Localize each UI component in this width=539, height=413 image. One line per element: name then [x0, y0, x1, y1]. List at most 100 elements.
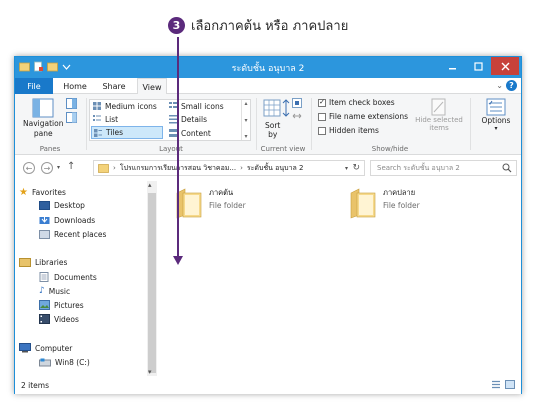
- videos-icon: [39, 314, 50, 324]
- close-icon: [501, 62, 509, 70]
- nav-music[interactable]: ♪ Music: [39, 286, 70, 296]
- folder-icon: [98, 164, 109, 173]
- options-button[interactable]: Options ▾: [479, 98, 513, 132]
- nav-pane-scrollbar[interactable]: ▴ ▾: [147, 181, 157, 376]
- nav-recent-places[interactable]: Recent places: [39, 229, 106, 239]
- breadcrumb-separator-icon: ›: [113, 164, 116, 172]
- hidden-items-checkbox[interactable]: [318, 126, 326, 135]
- back-button[interactable]: ←: [23, 162, 35, 174]
- nav-libraries[interactable]: Libraries: [19, 257, 67, 267]
- details-view-icon[interactable]: [491, 380, 501, 389]
- search-input[interactable]: Search ระดับชั้น อนุบาล 2: [370, 160, 517, 176]
- folder-type: File folder: [209, 201, 246, 210]
- nav-videos[interactable]: Videos: [39, 314, 79, 324]
- help-icon[interactable]: ?: [506, 80, 517, 91]
- file-name-extensions-label: File name extensions: [329, 112, 409, 121]
- group-label-current-view: Current view: [260, 145, 306, 153]
- nav-recent-places-label: Recent places: [54, 229, 107, 239]
- group-options: Options ▾: [471, 94, 521, 155]
- hidden-items-option[interactable]: Hidden items: [318, 126, 379, 135]
- group-current-view: Sort by Current view: [257, 94, 309, 155]
- folder-tile[interactable]: ภาคปลาย File folder: [349, 187, 420, 219]
- hide-selected-icon: [431, 98, 446, 116]
- sort-by-label-2: by: [268, 130, 278, 139]
- nav-favorites[interactable]: ★ Favorites: [19, 187, 66, 198]
- search-placeholder: Search ระดับชั้น อนุบาล 2: [377, 163, 460, 172]
- libraries-icon: [19, 258, 31, 267]
- group-panes: Navigation pane Panes: [15, 94, 85, 155]
- forward-arrow-icon: →: [43, 163, 51, 173]
- documents-icon: [39, 272, 49, 282]
- folder-tile[interactable]: ภาคต้น File folder: [175, 187, 246, 219]
- close-button[interactable]: [491, 57, 519, 75]
- tab-share[interactable]: Share: [98, 78, 130, 94]
- tab-view[interactable]: View: [137, 78, 167, 95]
- recent-locations-icon[interactable]: ▾: [57, 164, 60, 171]
- tab-home[interactable]: Home: [59, 78, 91, 94]
- nav-downloads[interactable]: Downloads: [39, 215, 95, 225]
- hide-selected-label-2: items: [429, 124, 449, 132]
- pointer-arrow-line: [177, 37, 179, 257]
- preview-pane-icon[interactable]: [66, 98, 77, 109]
- pointer-arrow-head: [173, 256, 183, 265]
- group-by-icon[interactable]: [263, 99, 281, 117]
- sort-by-label-1: Sort: [265, 121, 281, 130]
- scrollbar-thumb[interactable]: [148, 193, 156, 373]
- address-row: ← → ▾ ↑ › โปรแกรมการเรียนการสอน วิชาคอม.…: [15, 155, 521, 181]
- group-layout: Layout: [87, 94, 255, 155]
- tab-file[interactable]: File: [15, 78, 53, 94]
- ribbon-view: Navigation pane Panes Medium icons Small…: [15, 94, 521, 155]
- group-show-hide: ✓ Item check boxes File name extensions …: [312, 94, 468, 155]
- file-name-extensions-checkbox[interactable]: [318, 112, 326, 121]
- nav-desktop-label: Desktop: [54, 201, 85, 210]
- navigation-pane-icon: [32, 98, 54, 118]
- details-pane-icon[interactable]: [66, 112, 77, 123]
- nav-drive-c[interactable]: Win8 (C:): [39, 358, 90, 367]
- item-check-boxes-label: Item check boxes: [329, 98, 395, 107]
- nav-computer-label: Computer: [35, 343, 73, 353]
- address-dropdown-icon[interactable]: ▾: [345, 165, 348, 172]
- minimize-icon: [448, 67, 456, 69]
- nav-pictures[interactable]: Pictures: [39, 300, 84, 310]
- folder-name: ภาคปลาย: [383, 188, 416, 197]
- desktop-icon: [39, 201, 50, 210]
- search-icon[interactable]: [502, 163, 512, 173]
- file-list: ภาคต้น File folder ภาคปลาย File folder: [157, 181, 521, 376]
- expand-ribbon-icon[interactable]: ⌄: [496, 81, 503, 90]
- sort-by-button[interactable]: Sort by: [265, 121, 280, 139]
- group-label-show-hide: Show/hide: [371, 145, 409, 153]
- navigation-pane-label-1: Navigation: [23, 119, 64, 128]
- star-icon: ★: [19, 187, 28, 198]
- status-bar: 2 items: [15, 376, 521, 394]
- item-check-boxes-option[interactable]: ✓ Item check boxes: [318, 98, 395, 107]
- maximize-button[interactable]: [465, 57, 491, 75]
- item-count: 2 items: [21, 380, 50, 390]
- nav-computer[interactable]: Computer: [19, 343, 72, 353]
- navigation-pane-label-2: pane: [33, 129, 53, 138]
- nav-desktop[interactable]: Desktop: [39, 201, 85, 210]
- nav-documents[interactable]: Documents: [39, 272, 97, 282]
- large-icons-view-icon[interactable]: [505, 380, 515, 389]
- scroll-down-icon[interactable]: ▾: [148, 368, 152, 376]
- item-check-boxes-checkbox[interactable]: ✓: [318, 98, 326, 107]
- computer-icon: [19, 343, 31, 353]
- explorer-window: ระดับชั้น อนุบาล 2 File Home Share View …: [14, 56, 522, 394]
- nav-downloads-label: Downloads: [54, 215, 96, 225]
- refresh-icon[interactable]: ↻: [352, 163, 360, 173]
- scroll-up-icon[interactable]: ▴: [148, 181, 152, 189]
- nav-favorites-label: Favorites: [31, 188, 66, 197]
- minimize-button[interactable]: [439, 57, 465, 75]
- forward-button[interactable]: →: [41, 162, 53, 174]
- folder-icon: [176, 188, 202, 219]
- size-columns-icon[interactable]: [292, 111, 302, 121]
- step-instruction-text: เลือกภาคต้น หรือ ภาคปลาย: [191, 18, 349, 34]
- folder-icon: [350, 188, 376, 219]
- breadcrumb-item-current[interactable]: ระดับชั้น อนุบาล 2: [247, 163, 304, 174]
- address-bar[interactable]: › โปรแกรมการเรียนการสอน วิชาคอม... › ระด…: [93, 160, 365, 176]
- hide-selected-label-1: Hide selected: [415, 116, 463, 124]
- up-arrow-icon[interactable]: ↑: [67, 161, 75, 172]
- file-name-extensions-option[interactable]: File name extensions: [318, 112, 408, 121]
- navigation-pane-button[interactable]: Navigation pane: [23, 98, 63, 138]
- add-columns-icon[interactable]: [292, 98, 302, 108]
- hide-selected-items-button[interactable]: Hide selected items: [414, 98, 464, 132]
